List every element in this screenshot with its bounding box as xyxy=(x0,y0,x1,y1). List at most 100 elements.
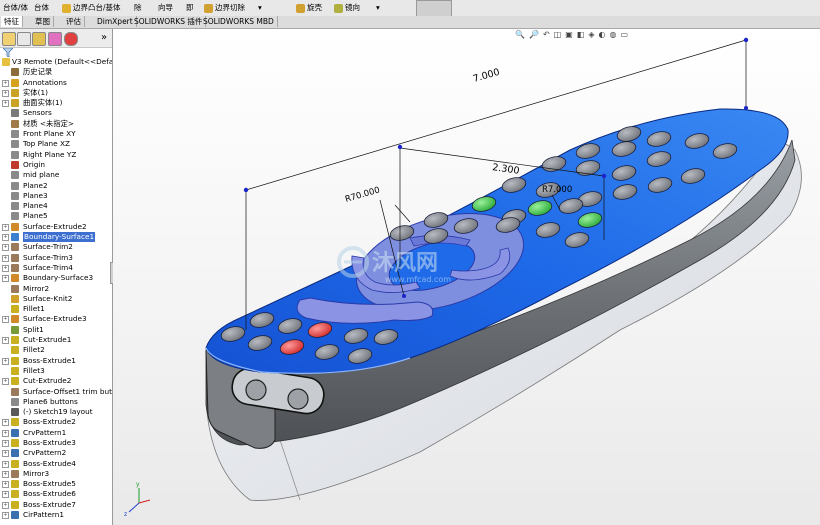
tree-item[interactable]: Fillet3 xyxy=(0,366,112,376)
tree-item[interactable]: Surface-Offset1 trim but xyxy=(0,387,112,397)
expand-toggle-icon[interactable]: + xyxy=(2,223,9,231)
tree-item[interactable]: (-) Sketch19 layout xyxy=(0,407,112,417)
small-radius-dimension-label[interactable]: R7.000 xyxy=(542,185,572,195)
toolbar-large-button[interactable] xyxy=(416,0,452,17)
tree-item[interactable]: + Boss-Extrude5 xyxy=(0,479,112,489)
tree-item[interactable]: + Cut-Extrude1 xyxy=(0,335,112,345)
expand-toggle-icon[interactable]: + xyxy=(2,337,9,345)
toolbar-item[interactable]: 台体 xyxy=(34,2,49,14)
boundary-cut-button[interactable]: 边界切除 xyxy=(204,2,245,14)
dropdown-arrow[interactable]: ▾ xyxy=(258,2,262,14)
tree-item[interactable]: Right Plane YZ xyxy=(0,150,112,160)
tree-item[interactable]: + Boss-Extrude4 xyxy=(0,459,112,469)
tree-item[interactable]: + CrvPattern2 xyxy=(0,448,112,458)
tree-item[interactable]: Fillet2 xyxy=(0,345,112,355)
tree-item[interactable]: + CirPattern1 xyxy=(0,510,112,520)
expand-toggle-icon[interactable]: + xyxy=(2,491,9,499)
tree-item[interactable]: + Surface-Trim4 xyxy=(0,263,112,273)
expand-toggle-icon[interactable]: + xyxy=(2,316,9,324)
plane-icon xyxy=(11,212,19,221)
tree-item[interactable]: Plane4 xyxy=(0,201,112,211)
mirror-button[interactable]: 镜向 xyxy=(334,2,360,14)
tree-item[interactable]: + Surface-Extrude2 xyxy=(0,222,112,232)
dropdown-arrow[interactable]: ▾ xyxy=(376,2,380,14)
toolbar-item[interactable]: 除 xyxy=(134,2,142,14)
tab-5[interactable]: SOLIDWORKS MBD xyxy=(200,16,278,27)
expand-toggle-icon[interactable]: + xyxy=(2,254,9,262)
expand-toggle-icon[interactable]: + xyxy=(2,275,9,283)
shell-button[interactable]: 旋壳 xyxy=(296,2,322,14)
tree-item[interactable]: + Boss-Extrude7 xyxy=(0,500,112,510)
expand-toggle-icon[interactable]: + xyxy=(2,501,9,509)
dimxpert-tab-icon[interactable] xyxy=(48,32,62,46)
tree-item[interactable]: mid plane xyxy=(0,170,112,180)
tree-item[interactable]: + Boss-Extrude2 xyxy=(0,417,112,427)
expand-toggle-icon[interactable]: + xyxy=(2,470,9,478)
expand-toggle-icon[interactable]: + xyxy=(2,429,9,437)
width-dimension-label[interactable]: 2.300 xyxy=(492,162,520,177)
expand-toggle-icon[interactable]: + xyxy=(2,512,9,520)
expand-toggle-icon[interactable]: + xyxy=(2,357,9,365)
expand-toggle-icon[interactable]: + xyxy=(2,378,9,386)
toolbar-item[interactable]: 台体/体 xyxy=(3,2,28,14)
tree-item[interactable]: Front Plane XY xyxy=(0,129,112,139)
length-dimension-label[interactable]: 7.000 xyxy=(472,67,501,85)
expand-toggle-icon[interactable]: + xyxy=(2,439,9,447)
tree-item[interactable]: + Boss-Extrude6 xyxy=(0,489,112,499)
tree-item-label: Plane2 xyxy=(23,180,48,190)
toolbar-item[interactable]: 即 xyxy=(186,2,194,14)
tree-item[interactable]: + 实体(1) xyxy=(0,88,112,98)
expand-toggle-icon[interactable]: + xyxy=(2,79,9,87)
boundary-boss-button[interactable]: 边界凸台/基体 xyxy=(62,2,121,14)
tree-item[interactable]: Sensors xyxy=(0,108,112,118)
expand-toggle-icon[interactable]: + xyxy=(2,450,9,458)
tree-item[interactable]: Split1 xyxy=(0,325,112,335)
tree-item[interactable]: Top Plane XZ xyxy=(0,139,112,149)
expand-toggle-icon[interactable]: + xyxy=(2,234,9,242)
expand-toggle-icon[interactable]: + xyxy=(2,264,9,272)
panel-expand-chevron-icon[interactable]: » xyxy=(101,32,107,43)
tree-item[interactable]: Plane3 xyxy=(0,191,112,201)
expand-toggle-icon[interactable]: + xyxy=(2,89,9,97)
tree-item[interactable]: Fillet1 xyxy=(0,304,112,314)
tree-item[interactable]: + Boss-Extrude3 xyxy=(0,438,112,448)
tree-item[interactable]: Mirror2 xyxy=(0,284,112,294)
tree-item[interactable]: + Boundary-Surface3 xyxy=(0,273,112,283)
tree-item[interactable]: + Surface-Trim2 xyxy=(0,242,112,252)
tree-item[interactable]: + Annotations xyxy=(0,78,112,88)
filter-icon[interactable] xyxy=(3,48,13,57)
expand-toggle-icon[interactable]: + xyxy=(2,419,9,427)
feature-tree-tab-icon[interactable] xyxy=(2,32,16,46)
tree-item[interactable]: Surface-Knit2 xyxy=(0,294,112,304)
graphics-viewport[interactable]: 🔍 🔎 ↶ ◫ ▣ ◧ ◈ ◐ ◍ ▭ 7.000 2.300 R70.000 … xyxy=(113,29,820,525)
tree-item[interactable]: + Surface-Trim3 xyxy=(0,253,112,263)
expand-toggle-icon[interactable]: + xyxy=(2,481,9,489)
tree-item[interactable]: + Boss-Extrude1 xyxy=(0,356,112,366)
expand-toggle-icon[interactable]: + xyxy=(2,460,9,468)
feature-tree-root[interactable]: V3 Remote (Default<<Defa xyxy=(0,57,112,67)
tree-item[interactable]: + 曲面实体(1) xyxy=(0,98,112,108)
tree-item[interactable]: + Surface-Extrude3 xyxy=(0,314,112,324)
display-manager-tab-icon[interactable] xyxy=(64,32,78,46)
tab-4[interactable]: SOLIDWORKS 插件 xyxy=(131,16,207,27)
tree-item[interactable]: Origin xyxy=(0,160,112,170)
tab-2[interactable]: 评估 xyxy=(63,16,85,27)
expand-toggle-icon[interactable]: + xyxy=(2,100,9,108)
tab-1[interactable]: 草图 xyxy=(32,16,54,27)
tree-item[interactable]: Plane5 xyxy=(0,211,112,221)
property-manager-tab-icon[interactable] xyxy=(17,32,31,46)
tree-item[interactable]: + CrvPattern1 xyxy=(0,428,112,438)
hole-wizard-button[interactable]: 向导 xyxy=(158,2,173,14)
tree-item[interactable]: + Cut-Extrude2 xyxy=(0,376,112,386)
tree-item[interactable]: Plane2 xyxy=(0,181,112,191)
expand-toggle-icon[interactable]: + xyxy=(2,244,9,252)
tab-0[interactable]: 特征 xyxy=(1,16,23,27)
tree-item[interactable]: + Boundary-Surface1 xyxy=(0,232,112,243)
tree-item[interactable]: Plane6 buttons xyxy=(0,397,112,407)
large-radius-dimension-label[interactable]: R70.000 xyxy=(344,185,381,204)
plane-icon xyxy=(11,397,19,406)
tree-item[interactable]: 历史记录 xyxy=(0,67,112,77)
tree-item[interactable]: + Mirror3 xyxy=(0,469,112,479)
configuration-manager-tab-icon[interactable] xyxy=(32,32,46,46)
tree-item[interactable]: 材质 <未指定> xyxy=(0,119,112,129)
